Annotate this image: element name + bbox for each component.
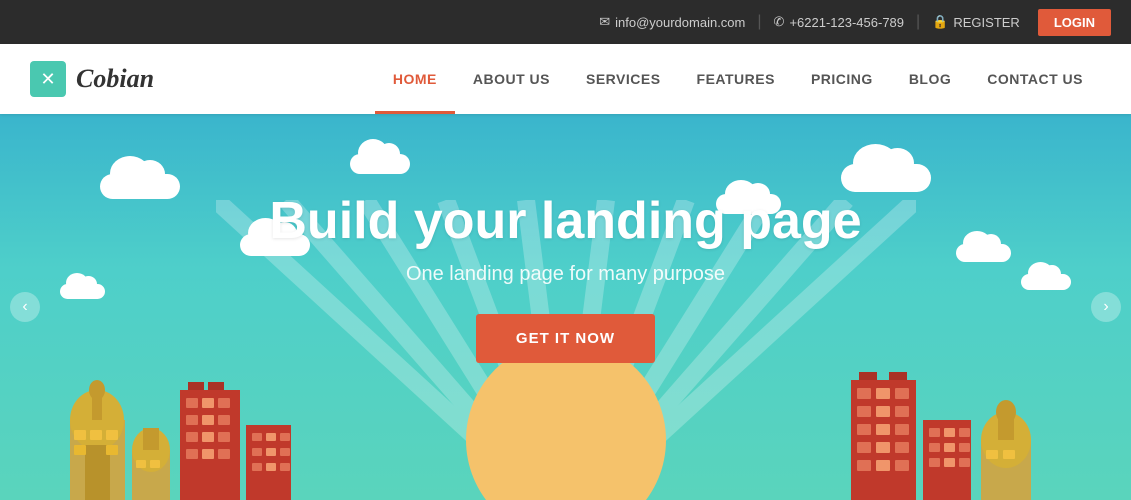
lock-icon: 🔒 bbox=[932, 14, 948, 30]
register-link[interactable]: 🔒 REGISTER bbox=[932, 14, 1020, 30]
navbar: ✕ Cobian HOME ABOUT US SERVICES FEATURES… bbox=[0, 44, 1131, 114]
login-button[interactable]: LOGIN bbox=[1038, 9, 1111, 36]
scroll-right-arrow[interactable]: › bbox=[1091, 292, 1121, 322]
logo-icon: ✕ bbox=[30, 61, 66, 97]
hero-subtitle: One landing page for many purpose bbox=[406, 263, 725, 286]
nav-links: HOME ABOUT US SERVICES FEATURES PRICING … bbox=[375, 44, 1101, 114]
cta-button[interactable]: GET IT NOW bbox=[476, 314, 655, 363]
buildings bbox=[0, 360, 1131, 500]
topbar-email: ✉ info@yourdomain.com bbox=[599, 14, 745, 30]
cloud-7 bbox=[60, 284, 105, 299]
topbar: ✉ info@yourdomain.com | ✆ +6221-123-456-… bbox=[0, 0, 1131, 44]
logo-text[interactable]: Cobian bbox=[76, 64, 154, 94]
left-buildings bbox=[60, 360, 340, 500]
email-icon: ✉ bbox=[599, 14, 610, 30]
scroll-left-arrow[interactable]: ‹ bbox=[10, 292, 40, 322]
phone-icon: ✆ bbox=[774, 14, 785, 30]
nav-item-contact[interactable]: CONTACT US bbox=[969, 44, 1101, 114]
cloud-1 bbox=[100, 174, 180, 199]
cloud-8 bbox=[1021, 274, 1071, 290]
nav-item-blog[interactable]: BLOG bbox=[891, 44, 969, 114]
logo-area: ✕ Cobian bbox=[30, 61, 190, 97]
cloud-2 bbox=[350, 154, 410, 174]
divider-2: | bbox=[916, 13, 920, 31]
hero-title: Build your landing page bbox=[269, 191, 861, 251]
nav-item-features[interactable]: FEATURES bbox=[679, 44, 793, 114]
nav-item-about[interactable]: ABOUT US bbox=[455, 44, 568, 114]
topbar-phone: ✆ +6221-123-456-789 bbox=[774, 14, 904, 30]
hero-section: Build your landing page One landing page… bbox=[0, 114, 1131, 500]
nav-item-home[interactable]: HOME bbox=[375, 44, 455, 114]
cloud-5 bbox=[956, 244, 1011, 262]
nav-item-services[interactable]: SERVICES bbox=[568, 44, 679, 114]
right-buildings bbox=[851, 360, 1071, 500]
nav-item-pricing[interactable]: PRICING bbox=[793, 44, 891, 114]
divider-1: | bbox=[757, 13, 761, 31]
cloud-4 bbox=[841, 164, 931, 192]
